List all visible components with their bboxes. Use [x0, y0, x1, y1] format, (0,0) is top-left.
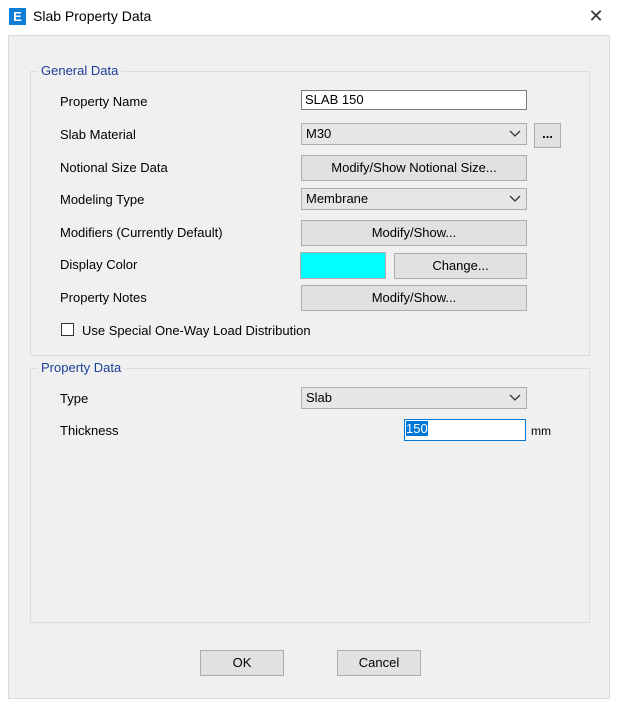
slab-material-value: M30 — [306, 126, 332, 141]
slab-material-label: Slab Material — [60, 127, 136, 142]
property-notes-button[interactable]: Modify/Show... — [301, 285, 527, 311]
thickness-unit: mm — [531, 424, 551, 438]
etabs-app-icon: E — [9, 8, 26, 25]
change-color-button[interactable]: Change... — [394, 253, 527, 279]
one-way-load-checkbox[interactable] — [61, 323, 74, 336]
general-data-group: General Data — [30, 63, 590, 356]
chevron-down-icon — [509, 130, 521, 137]
property-name-input[interactable]: SLAB 150 — [301, 90, 527, 110]
modifiers-label: Modifiers (Currently Default) — [60, 225, 223, 240]
material-more-button[interactable]: ... — [534, 123, 561, 148]
slab-material-select[interactable]: M30 — [301, 123, 527, 145]
notional-size-button[interactable]: Modify/Show Notional Size... — [301, 155, 527, 181]
close-icon: ✕ — [588, 6, 604, 26]
modeling-type-select[interactable]: Membrane — [301, 188, 527, 210]
notional-size-label: Notional Size Data — [60, 160, 168, 175]
title-bar: E Slab Property Data ✕ — [0, 0, 621, 34]
type-label: Type — [60, 391, 89, 406]
thickness-value: 150 — [406, 421, 428, 436]
ok-button[interactable]: OK — [200, 650, 284, 676]
modifiers-button[interactable]: Modify/Show... — [301, 220, 527, 246]
cancel-button[interactable]: Cancel — [337, 650, 421, 676]
one-way-load-label[interactable]: Use Special One-Way Load Distribution — [82, 323, 311, 338]
chevron-down-icon — [509, 394, 521, 401]
property-notes-label: Property Notes — [60, 290, 147, 305]
close-button[interactable]: ✕ — [585, 5, 607, 27]
chevron-down-icon — [509, 195, 521, 202]
thickness-input[interactable]: 150 — [404, 419, 526, 441]
modeling-type-label: Modeling Type — [60, 192, 145, 207]
display-color-swatch[interactable] — [300, 252, 386, 279]
display-color-label: Display Color — [60, 257, 138, 272]
property-name-label: Property Name — [60, 94, 148, 109]
thickness-label: Thickness — [60, 423, 119, 438]
type-value: Slab — [306, 390, 333, 405]
dialog-body: General Data Property Name SLAB 150 Slab… — [8, 35, 610, 699]
type-select[interactable]: Slab — [301, 387, 527, 409]
general-data-title: General Data — [38, 63, 122, 78]
modeling-type-value: Membrane — [306, 191, 369, 206]
property-data-title: Property Data — [38, 360, 125, 375]
window-title: Slab Property Data — [33, 8, 152, 24]
